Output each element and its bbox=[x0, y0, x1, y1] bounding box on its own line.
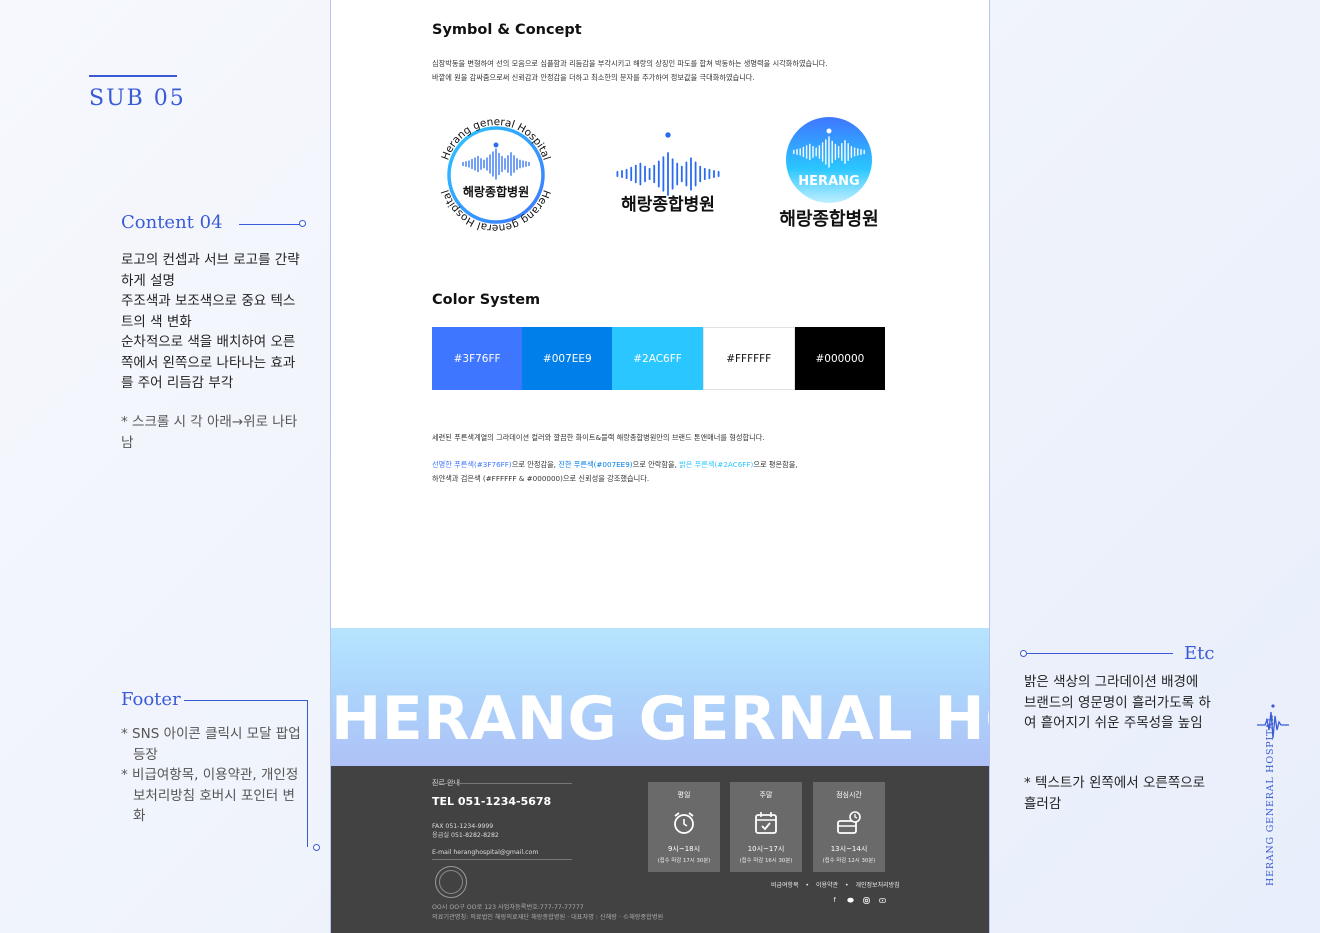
logo-emblem-kr-name: 해랑종합병원 bbox=[779, 208, 878, 230]
footer-note-sns: * SNS 아이콘 클릭시 모달 팝업등장 bbox=[121, 726, 301, 763]
footer-divider bbox=[432, 783, 572, 784]
page-mockup: Symbol & Concept 심장박동을 변형하여 선의 모음으로 심플함과… bbox=[330, 0, 990, 933]
link-noncovered-items[interactable]: 비급여항목 bbox=[771, 882, 799, 889]
etc-annotation-title: Etc bbox=[1184, 643, 1215, 664]
hours-sub: (접수 마감 17시 30분) bbox=[657, 858, 711, 864]
logo-wordmark: 해랑종합병원 bbox=[603, 130, 733, 222]
calendar-check-icon bbox=[755, 812, 777, 834]
content-annotation-note: * 스크롤 시 각 아래→위로 나타남 bbox=[121, 414, 298, 451]
color-text-2: 으로 안락함을, bbox=[632, 460, 680, 469]
swatch-000000: #000000 bbox=[794, 327, 886, 390]
logo-emblem-en-name: HERANG bbox=[798, 174, 859, 189]
chat-icon[interactable] bbox=[847, 897, 854, 904]
hours-title: 주말 bbox=[759, 791, 773, 799]
footer-tel: TEL 051-1234-5678 bbox=[432, 795, 552, 808]
link-privacy[interactable]: 개인정보처리방침 bbox=[855, 882, 899, 889]
etc-connector-line bbox=[1027, 653, 1173, 654]
footer-emergency: 응급실 051-8282-8282 bbox=[432, 832, 499, 839]
footer-annotation-notes: * SNS 아이콘 클릭시 모달 팝업등장 * 비급여항목, 이용약관, 개인정… bbox=[121, 724, 301, 827]
footer-sns: f bbox=[831, 897, 886, 904]
hours-lunch: 점심시간 13시~14시 (접수 마감 12시 30분) bbox=[813, 782, 885, 872]
seal-icon bbox=[439, 870, 463, 894]
color-swatches: #3F76FF #007EE9 #2AC6FF #FFFFFF #000000 bbox=[432, 327, 886, 390]
color-section-title: Color System bbox=[432, 292, 541, 308]
content-annotation-text: 로고의 컨셉과 서브 로고를 간략하게 설명 주조색과 보조색으로 중요 텍스트… bbox=[121, 250, 301, 394]
logo-emblem: HERANG 해랑종합병원 bbox=[771, 115, 891, 235]
symbol-section-title: Symbol & Concept bbox=[432, 22, 582, 38]
circle-logo-icon: Herang general Hospital Herang general H… bbox=[439, 116, 552, 234]
link-separator: • bbox=[845, 882, 849, 889]
etc-annotation-note: * 텍스트가 왼쪽에서 오른쪽으로 흘러감 bbox=[1024, 775, 1206, 812]
sub-title-rule bbox=[89, 75, 177, 77]
footer-connector-line bbox=[184, 700, 307, 701]
etc-annotation-text: 밝은 색상의 그라데이션 배경에 브랜드의 영문명이 흘러가도록 하여 흩어지기… bbox=[1024, 674, 1211, 731]
logo-seal-kr-name: 해랑종합병원 bbox=[463, 184, 529, 199]
color-highlight-1: 선명한 푸른색(#3F76FF) bbox=[432, 460, 512, 469]
content-connector-dot bbox=[299, 220, 306, 227]
swatch-007ee9: #007EE9 bbox=[522, 327, 613, 390]
color-text-3: 으로 평온함을, bbox=[753, 460, 798, 469]
facebook-icon[interactable]: f bbox=[831, 897, 838, 904]
marquee-text: HERANG GERNAL HOSPITAL bbox=[331, 684, 989, 754]
color-text-1: 으로 안정감을, bbox=[511, 460, 559, 469]
hours-time: 13시~14시 bbox=[830, 845, 868, 853]
youtube-icon[interactable] bbox=[879, 897, 886, 904]
vertical-brand: HERANG GENERAL HOSPITAL bbox=[1255, 700, 1291, 900]
logo-wordmark-kr-name: 해랑종합병원 bbox=[621, 194, 715, 215]
color-description-1: 세련된 푸른색계열의 그라데이션 컬러와 깔끔한 화이트&블랙 해랑종합병원만의… bbox=[432, 433, 765, 442]
footer-links: 비급여항목 • 이용약관 • 개인정보처리방침 bbox=[771, 880, 900, 889]
lunch-clock-icon bbox=[837, 811, 861, 834]
symbol-desc-line-2: 바깥에 원을 감싸줌으로써 신뢰감과 안정감을 더하고 최소한의 문자를 추가하… bbox=[432, 72, 755, 82]
symbol-description: 심장박동을 변형하여 선의 모음으로 심플함과 리듬감을 부각시키고 해랑의 상… bbox=[432, 57, 828, 84]
content-connector-line bbox=[239, 224, 301, 225]
footer-connector-dot bbox=[313, 844, 320, 851]
swatch-3f76ff: #3F76FF bbox=[432, 327, 523, 390]
instagram-icon[interactable] bbox=[863, 897, 870, 904]
hours-time: 9시~18시 bbox=[667, 845, 701, 853]
footer-email[interactable]: E-mail heranghospital@gmail.com bbox=[432, 848, 538, 857]
hours-sub: (접수 마감 12시 30분) bbox=[822, 858, 876, 864]
wave-dot bbox=[665, 132, 671, 138]
color-highlight-2: 진한 푸른색(#007EE9) bbox=[558, 460, 633, 469]
footer-note-links: * 비급여항목, 이용약관, 개인정보처리방침 호버시 포인터 변화 bbox=[121, 767, 299, 824]
content-annotation-title: Content 04 bbox=[121, 212, 223, 233]
link-separator: • bbox=[805, 882, 810, 889]
wave-logo-icon: 해랑종합병원 bbox=[616, 132, 720, 215]
content-line-1: 로고의 컨셉과 서브 로고를 간략하게 설명 bbox=[121, 252, 300, 289]
link-terms[interactable]: 이용약관 bbox=[816, 882, 838, 889]
site-footer: 진료 안내 TEL 051-1234-5678 FAX 051-1234-999… bbox=[331, 766, 989, 933]
footer-connector-line-vertical bbox=[307, 700, 308, 847]
wave-dot bbox=[826, 128, 832, 134]
content-line-2: 주조색과 보조색으로 중요 텍스트의 색 변화 bbox=[121, 293, 296, 330]
footer-logo-seal bbox=[435, 866, 467, 898]
color-highlight-3: 밝은 푸른색(#2AC6FF) bbox=[679, 460, 754, 469]
color-description-2: 선명한 푸른색(#3F76FF)으로 안정감을, 진한 푸른색(#007EE9)… bbox=[432, 458, 798, 485]
content-line-3: 순차적으로 색을 배치하여 오른쪽에서 왼쪽으로 나타나는 효과를 주어 리듬감… bbox=[121, 334, 296, 391]
hours-time: 10시~17시 bbox=[747, 845, 785, 853]
hours-title: 점심시간 bbox=[836, 791, 862, 799]
color-desc-line-2: 하얀색과 검은색 (#FFFFFF & #000000)으로 신뢰성을 강조했습… bbox=[432, 473, 650, 483]
vertical-brand-text: HERANG GENERAL HOSPITAL bbox=[1265, 714, 1276, 886]
footer-legal: 의료기관명칭: 의료법인 해랑의료재단 해랑종합병원 · 대표자명 : 신해랑 … bbox=[432, 914, 664, 921]
footer-numbers: FAX 051-1234-9999 응급실 051-8282-8282 bbox=[432, 822, 499, 840]
wave-dot bbox=[493, 142, 499, 148]
alarm-clock-icon bbox=[674, 812, 694, 834]
logo-circular-seal: Herang general Hospital Herang general H… bbox=[429, 108, 563, 242]
footer-divider bbox=[432, 859, 572, 860]
swatch-2ac6ff: #2AC6FF bbox=[612, 327, 703, 390]
symbol-desc-line-1: 심장박동을 변형하여 선의 모음으로 심플함과 리듬감을 부각시키고 해랑의 상… bbox=[432, 59, 828, 68]
footer-annotation-title: Footer bbox=[121, 689, 181, 710]
emblem-logo-icon: HERANG 해랑종합병원 bbox=[779, 117, 879, 230]
etc-connector-dot bbox=[1020, 650, 1027, 657]
swatch-ffffff: #FFFFFF bbox=[702, 327, 795, 390]
hours-sub: (접수 마감 16시 30분) bbox=[739, 858, 793, 864]
hours-weekday: 평일 9시~18시 (접수 마감 17시 30분) bbox=[648, 782, 720, 872]
hours-title: 평일 bbox=[677, 791, 691, 799]
footer-address: OO시 OO구 OO로 123 사업자등록번호:777-77-77777 bbox=[432, 904, 584, 911]
marquee-banner: HERANG GERNAL HOSPITAL bbox=[331, 628, 989, 766]
footer-fax: FAX 051-1234-9999 bbox=[432, 823, 494, 830]
sub-title: SUB 05 bbox=[89, 86, 186, 111]
hours-weekend: 주말 10시~17시 (접수 마감 16시 30분) bbox=[730, 782, 802, 872]
